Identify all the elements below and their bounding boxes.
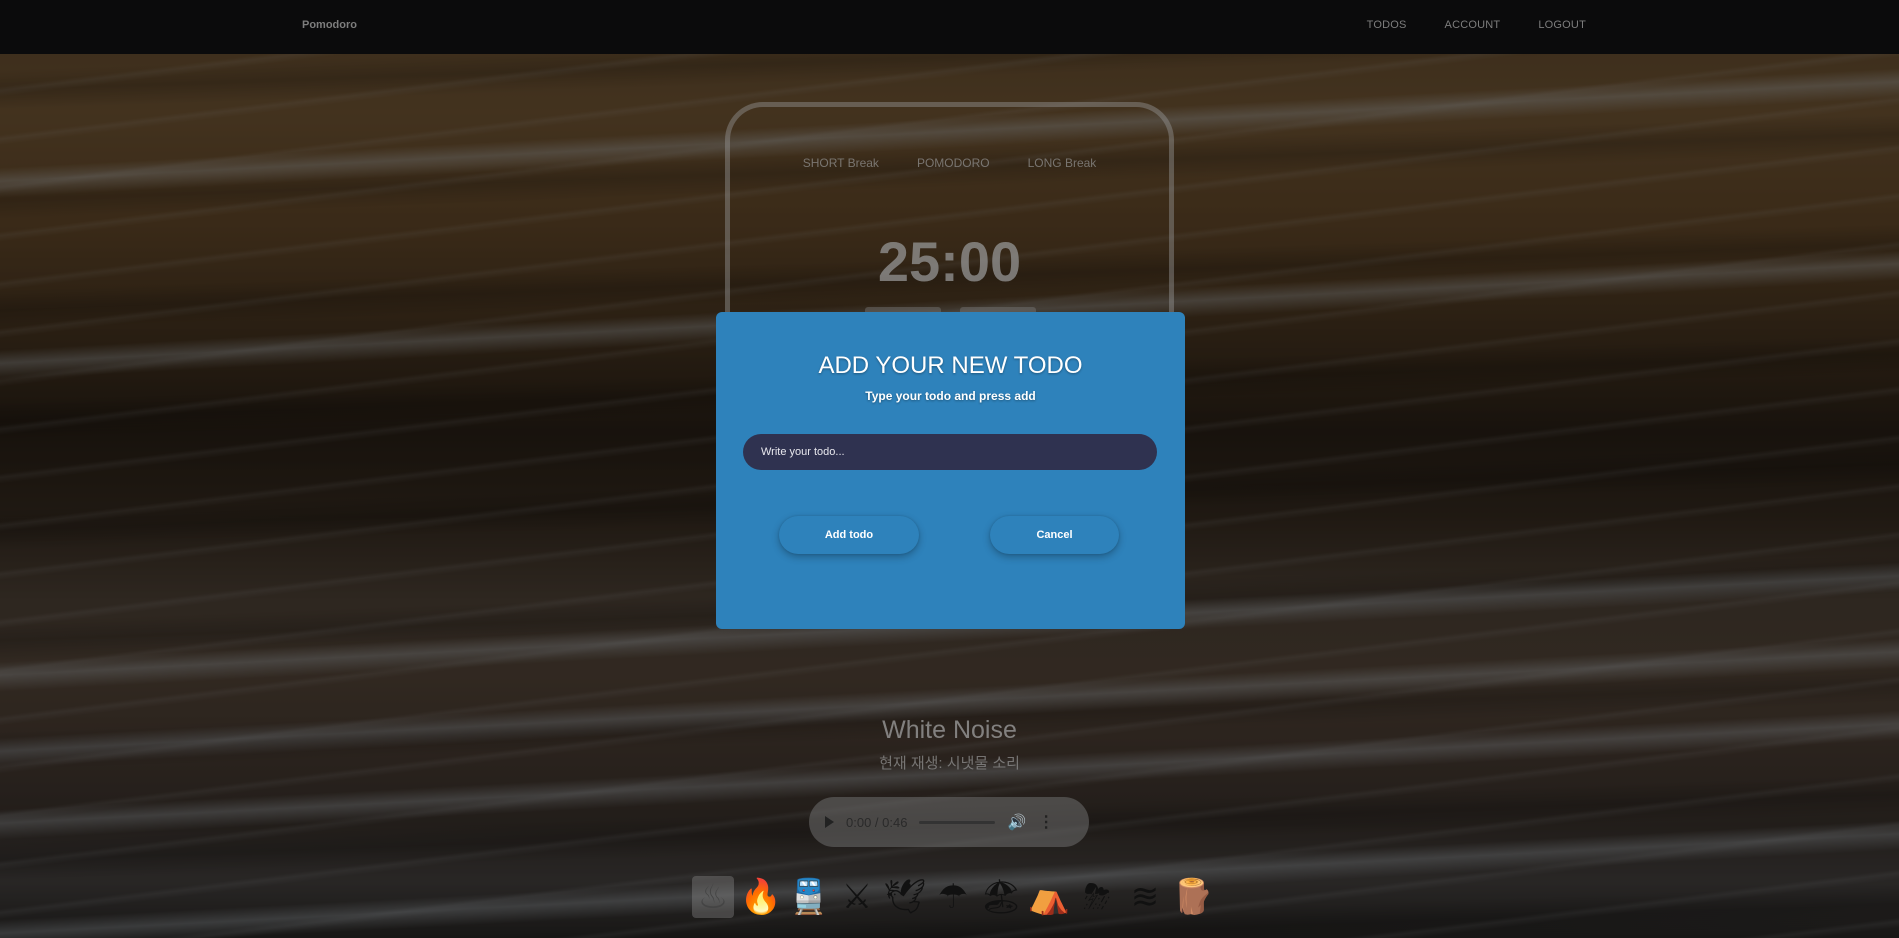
storm-icon[interactable]: ⛈: [1076, 876, 1118, 918]
play-icon[interactable]: [825, 816, 834, 828]
bird-icon[interactable]: 🕊: [883, 876, 926, 918]
beach-icon[interactable]: 🏖: [979, 876, 1022, 918]
brand-logo[interactable]: Pomodoro: [302, 19, 357, 31]
volume-icon[interactable]: 🔊: [1007, 813, 1026, 831]
audio-time: 0:00 / 0:46: [846, 814, 908, 830]
sound-icon-list: ♨ 🔥 🚆 ⚔ 🕊 ☂ 🏖 ⛺ ⛈ ≋ 🪵: [692, 876, 1214, 918]
swords-icon[interactable]: ⚔: [836, 876, 878, 918]
white-noise-title: White Noise: [882, 716, 1017, 744]
navbar: Pomodoro TODOS ACCOUNT LOGOUT: [0, 0, 1899, 54]
modal-subtitle: Type your todo and press add: [865, 389, 1036, 403]
todo-input[interactable]: [743, 434, 1157, 470]
audio-player: 0:00 / 0:46 🔊 ⋮: [809, 797, 1089, 847]
tab-pomodoro[interactable]: POMODORO: [917, 156, 990, 170]
timer-tabs: SHORT Break POMODORO LONG Break: [730, 156, 1169, 170]
waves-icon[interactable]: ≋: [1124, 876, 1166, 918]
nav-links: TODOS ACCOUNT LOGOUT: [1367, 19, 1586, 31]
audio-progress-bar[interactable]: [919, 820, 996, 824]
tab-short-break[interactable]: SHORT Break: [803, 156, 879, 170]
camping-icon[interactable]: ⛺: [1028, 876, 1070, 918]
add-todo-button[interactable]: Add todo: [779, 516, 919, 554]
campfire-icon[interactable]: 🔥: [740, 876, 782, 918]
wood-icon[interactable]: 🪵: [1172, 876, 1214, 918]
nav-link-account[interactable]: ACCOUNT: [1445, 19, 1501, 31]
timer-card: SHORT Break POMODORO LONG Break 25:00: [725, 102, 1174, 332]
now-playing-text: 현재 재생: 시냇물 소리: [879, 755, 1020, 772]
cancel-button[interactable]: Cancel: [990, 516, 1119, 554]
timer-display: 25:00: [877, 230, 1022, 293]
modal-title: ADD YOUR NEW TODO: [818, 352, 1083, 379]
umbrella-icon[interactable]: ☂: [932, 876, 974, 918]
add-todo-modal: ADD YOUR NEW TODO Type your todo and pre…: [716, 312, 1185, 629]
more-options-icon[interactable]: ⋮: [1038, 812, 1054, 832]
train-icon[interactable]: 🚆: [788, 876, 830, 918]
stream-icon[interactable]: ♨: [692, 876, 734, 918]
nav-link-logout[interactable]: LOGOUT: [1538, 19, 1586, 31]
tab-long-break[interactable]: LONG Break: [1028, 156, 1097, 170]
nav-link-todos[interactable]: TODOS: [1367, 19, 1407, 31]
